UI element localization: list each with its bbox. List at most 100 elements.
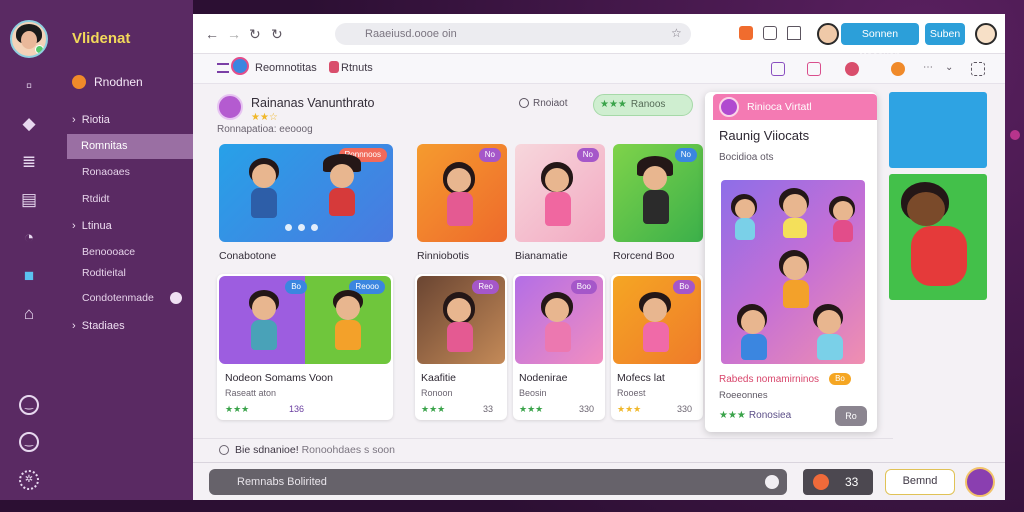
nav-item-label: Riotia (81, 114, 110, 126)
card-subtitle: Beosin (519, 388, 547, 398)
nav-item-stadiaes[interactable]: › Stadiaes (72, 320, 125, 332)
mini-avatar[interactable] (975, 23, 997, 45)
carousel-dots[interactable] (285, 224, 318, 231)
attach-icon[interactable] (765, 475, 779, 489)
side-preview-tile[interactable] (889, 174, 987, 300)
media-icon[interactable] (771, 62, 785, 76)
sidebar: Vlidenat ▫ ◆ ≣ ▤ ◔ ■ ⌂ Rnodnen › Riotia … (0, 0, 193, 500)
emoji-icon[interactable] (891, 62, 905, 76)
card-subtitle: Rooest (617, 388, 646, 398)
profile-avatar[interactable] (817, 23, 839, 45)
nav-item-label: Stadiaes (81, 320, 125, 332)
my-avatar[interactable] (965, 467, 995, 497)
flag-icon[interactable] (739, 26, 753, 40)
creator-subline: Ronnapatioa: eeooog (217, 124, 313, 135)
panel-subtitle: Bocidioa ots (719, 152, 774, 163)
send-button[interactable]: Bemnd (885, 469, 955, 495)
app-nav-item[interactable]: Rtnuts (341, 62, 373, 74)
filter-label[interactable]: Rnoiaot (533, 98, 567, 109)
chevron-down-icon[interactable]: ⌄ (945, 62, 959, 76)
chat-input[interactable]: Remnabs Bolirited (209, 469, 787, 495)
folder-icon[interactable]: ▤ (19, 190, 39, 210)
panel-foot-badge: Bo (829, 373, 851, 385)
video-card[interactable]: Bo Mofecs lat Rooest ★★★ 330 (611, 274, 703, 420)
video-tile[interactable]: No (613, 144, 703, 242)
expand-icon: › (72, 114, 76, 126)
creator-stars: ★★☆ (251, 112, 278, 123)
video-tile[interactable]: No (417, 144, 507, 242)
menu-icon[interactable] (217, 63, 229, 73)
settings-gear-icon[interactable]: ✲ (19, 470, 39, 490)
forward-arrow-icon[interactable]: → (227, 26, 241, 42)
nav-header[interactable]: Rnodnen (72, 75, 143, 89)
detail-panel: Rinioca Virtatl Raunig Viiocats Bocidioa… (705, 92, 877, 432)
app-logo-icon (231, 57, 249, 75)
home-outline-icon[interactable] (787, 26, 801, 40)
nav-item-ronaoaes[interactable]: Ronaoaes (82, 166, 130, 178)
nav-item-rtdidt[interactable]: Rtdidt (82, 193, 109, 205)
inbox-icon[interactable]: ≣ (19, 152, 39, 172)
video-tile[interactable]: Ronnnoos (219, 144, 393, 242)
card-stars: ★★★ (519, 404, 544, 414)
nav-header-label: Rnodnen (94, 75, 143, 89)
panel-avatar[interactable] (719, 97, 739, 117)
nav-item-ltinua[interactable]: › Ltinua (72, 220, 112, 232)
chat-icon[interactable]: ■ (19, 266, 39, 286)
back-arrow-icon[interactable]: ← (205, 26, 219, 42)
nav-item-label: Rodtieital (82, 267, 126, 279)
account-pill-button[interactable]: Sonnen Bocaxen (841, 23, 919, 62)
video-card[interactable]: Bo Reooo Nodeon Somams Voon Raseatt aton… (217, 274, 393, 420)
shield-icon[interactable] (763, 26, 777, 40)
rating-filter-pill[interactable]: ★★★ Ranoos (593, 94, 693, 116)
camera-icon[interactable] (807, 62, 821, 76)
nav-item-label: Ronaoaes (82, 166, 130, 178)
person-icon (329, 61, 339, 73)
nav-item-riotia[interactable]: › Riotia (72, 114, 110, 126)
card-title: Kaafitie (421, 372, 457, 384)
nav-item-condotenmade[interactable]: Condotenmade (82, 292, 154, 304)
more-icon[interactable]: ⋯ (923, 62, 937, 76)
address-bar[interactable]: Raaeiusd.oooe oin (335, 23, 691, 45)
face-icon[interactable]: ‿ (19, 432, 39, 452)
fullscreen-icon[interactable] (971, 62, 985, 76)
brand-title: Vlidenat (72, 30, 131, 47)
smile-icon[interactable]: ‿ (19, 395, 39, 415)
card-count: 330 (579, 404, 595, 414)
video-card[interactable]: Reo Kaafitie Ronoon ★★★ 33 (415, 274, 507, 420)
nav-item-rodtieital[interactable]: Rodtieital (82, 267, 126, 279)
app-header: Reomnotitas Rtnuts ⋯ ⌄ (193, 54, 1005, 84)
browser-toolbar: ← → ↻ ↻ Raaeiusd.oooe oin ☆ Sonnen Bocax… (193, 14, 1005, 62)
user-avatar[interactable] (10, 20, 48, 58)
square-icon[interactable]: ▫ (19, 76, 39, 96)
panel-action-button[interactable]: Ro (835, 406, 867, 426)
nav-item-label: Ltinua (81, 220, 112, 232)
user-icon[interactable] (845, 62, 859, 76)
subscribe-pill-button[interactable]: Suben (925, 23, 965, 45)
bookmark-star-icon[interactable]: ☆ (671, 26, 682, 40)
app-title: Reomnotitas (255, 62, 317, 74)
nav-item-label: Rtdidt (82, 193, 110, 205)
creator-avatar[interactable] (217, 94, 243, 120)
nav-item-romnitas[interactable]: Romnitas (67, 134, 193, 159)
tile-title: Rorcend Boo (613, 250, 675, 262)
tag-icon[interactable]: ◆ (19, 114, 39, 134)
expand-icon: › (72, 320, 76, 332)
card-subtitle: Raseatt aton (225, 388, 277, 398)
panel-header: Rinioca Virtatl (713, 94, 877, 120)
panel-foot-label: Rabeds nomamirninos (719, 374, 820, 385)
power-icon[interactable]: ◔ (19, 228, 39, 248)
home-icon[interactable]: ⌂ (19, 304, 39, 324)
gift-icon (813, 474, 829, 490)
bottom-bar: Remnabs Bolirited 33 Bemnd (193, 462, 1005, 500)
reload-icon[interactable]: ↻ (249, 26, 261, 43)
panel-collage-image[interactable] (721, 180, 865, 364)
video-card[interactable]: Boo Nodenirae Beosin ★★★ 330 (513, 274, 605, 420)
refresh-icon[interactable]: ↻ (271, 26, 283, 43)
nav-item-benoooace[interactable]: Benoooace (82, 246, 135, 258)
rating-label: Ranoos (630, 99, 666, 110)
video-tile[interactable]: No (515, 144, 605, 242)
notice-text: Bie sdnanioe! Ronoohdaes s soon (235, 444, 395, 456)
card-stars: ★★★ (617, 404, 642, 414)
card-subtitle: Ronoon (421, 388, 453, 398)
side-preview-tile[interactable] (889, 92, 987, 168)
